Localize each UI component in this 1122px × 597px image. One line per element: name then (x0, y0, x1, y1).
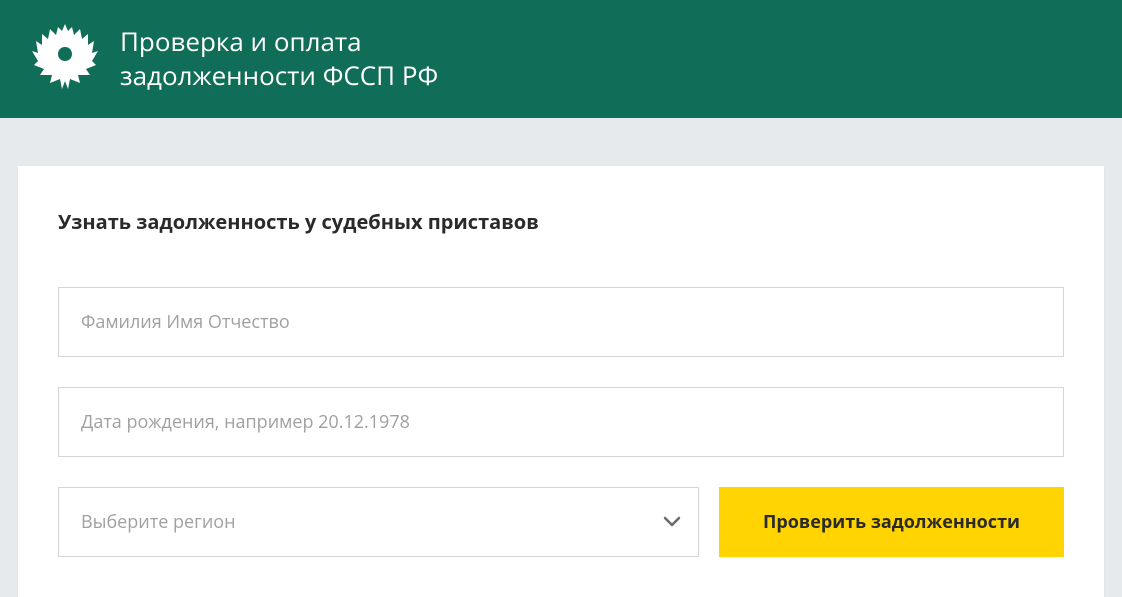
form-bottom-row: Выберите регион Проверить задолженности (58, 487, 1064, 557)
search-card: Узнать задолженность у судебных приставо… (18, 166, 1104, 597)
card-heading: Узнать задолженность у судебных приставо… (58, 208, 1064, 235)
page-body: Узнать задолженность у судебных приставо… (0, 118, 1122, 597)
page-title: Проверка и оплата задолженности ФССП РФ (120, 25, 438, 93)
page-title-line1: Проверка и оплата (120, 23, 362, 59)
page-title-line2: задолженности ФССП РФ (120, 57, 438, 93)
full-name-input[interactable] (58, 287, 1064, 357)
region-select[interactable]: Выберите регион (58, 487, 699, 557)
app-header: Проверка и оплата задолженности ФССП РФ (0, 0, 1122, 118)
check-debts-button[interactable]: Проверить задолженности (719, 487, 1064, 557)
date-of-birth-input[interactable] (58, 387, 1064, 457)
region-select-wrap: Выберите регион (58, 487, 699, 557)
fssp-emblem-icon (30, 19, 100, 99)
